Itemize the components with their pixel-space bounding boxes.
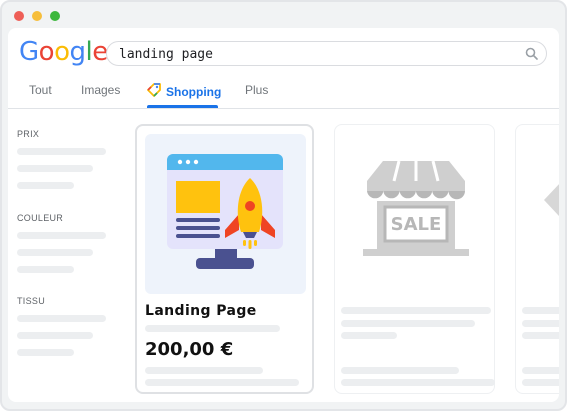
minimize-window-button[interactable] [32, 11, 42, 21]
browser-window: Google Tout Images [0, 0, 567, 411]
logo-letter: G [19, 37, 39, 67]
search-icon[interactable] [525, 47, 538, 65]
product-title[interactable]: Landing Page [145, 303, 257, 319]
shopping-tag-icon [147, 83, 161, 100]
product-card-placeholder[interactable]: SALE [334, 124, 495, 394]
product-card[interactable]: Landing Page 200,00 € [135, 124, 314, 394]
text-placeholder [522, 379, 559, 386]
text-placeholder [341, 379, 495, 386]
text-placeholder [145, 325, 280, 332]
sale-sign-text: SALE [391, 214, 442, 235]
partial-store-icon [544, 184, 559, 216]
filter-option-placeholder[interactable] [17, 266, 74, 273]
filter-label-couleur: COULEUR [17, 213, 64, 223]
text-placeholder [341, 367, 459, 374]
filter-option-placeholder[interactable] [17, 232, 106, 239]
active-tab-indicator [147, 105, 218, 108]
filter-option-placeholder[interactable] [17, 148, 106, 155]
text-placeholder [341, 320, 475, 327]
tab-label: Tout [29, 83, 52, 97]
text-placeholder [145, 367, 263, 374]
close-window-button[interactable] [14, 11, 24, 21]
product-card-partial[interactable] [515, 124, 559, 394]
logo-letter: o [38, 37, 55, 67]
filter-option-placeholder[interactable] [17, 165, 93, 172]
tab-label: Images [81, 83, 121, 97]
search-box[interactable] [106, 41, 547, 66]
filter-label-tissu: TISSU [17, 296, 46, 306]
product-price: 200,00 € [145, 339, 234, 360]
text-placeholder [341, 332, 397, 339]
tab-label: Shopping [166, 84, 222, 99]
tab-plus[interactable]: Plus [245, 83, 268, 97]
tab-shopping[interactable]: Shopping [147, 83, 221, 100]
logo-letter: o [54, 37, 70, 67]
monitor-rocket-illustration [167, 154, 283, 269]
filter-label-prix: PRIX [17, 129, 40, 139]
filter-option-placeholder[interactable] [17, 315, 106, 322]
filter-option-placeholder[interactable] [17, 332, 93, 339]
filter-option-placeholder[interactable] [17, 249, 93, 256]
search-tabs: Tout Images Shopping Plus [8, 74, 559, 109]
text-placeholder [341, 307, 491, 314]
tab-images[interactable]: Images [81, 83, 120, 97]
maximize-window-button[interactable] [50, 11, 60, 21]
filter-option-placeholder[interactable] [17, 349, 74, 356]
product-image [145, 134, 306, 294]
text-placeholder [145, 379, 299, 386]
page-viewport: Google Tout Images [8, 28, 559, 402]
tab-label: Plus [245, 83, 269, 97]
text-placeholder [522, 332, 559, 339]
store-sale-icon: SALE [363, 160, 469, 256]
google-logo[interactable]: Google [19, 37, 108, 67]
search-input[interactable] [119, 45, 509, 63]
text-placeholder [522, 320, 559, 327]
filter-option-placeholder[interactable] [17, 182, 74, 189]
text-placeholder [522, 367, 559, 374]
text-placeholder [522, 307, 559, 314]
tab-tout[interactable]: Tout [29, 83, 52, 97]
logo-letter: g [69, 37, 87, 67]
